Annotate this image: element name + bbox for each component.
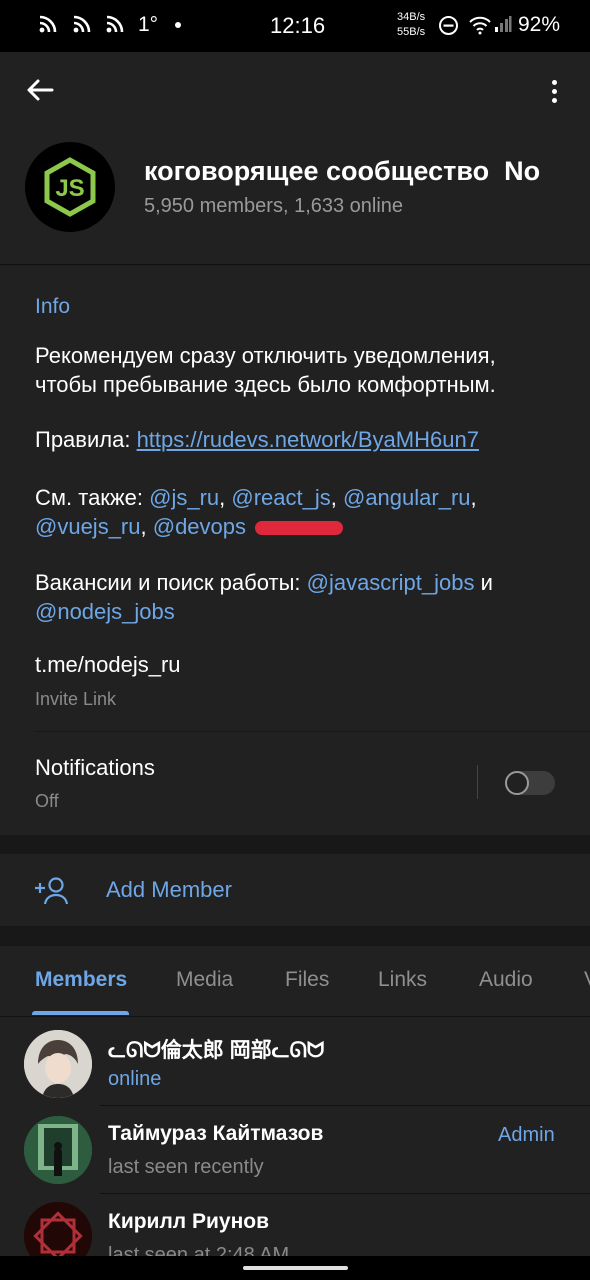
rules-link[interactable]: https://rudevs.network/ByaMH6un7	[137, 427, 479, 452]
rss-icon	[39, 15, 57, 33]
tab-links[interactable]: Links	[378, 968, 427, 992]
notifications-value: Off	[35, 791, 59, 811]
invite-link[interactable]: t.me/nodejs_ru	[35, 652, 181, 678]
tab-members[interactable]: Members	[35, 968, 127, 992]
divider	[35, 731, 590, 732]
net-speed-down: 55B/s	[397, 26, 426, 38]
member-name: Таймураз Кайтмазов	[108, 1122, 324, 1145]
member-row[interactable]: ᓚᘏᗢ倫太郎 岡部ᓚᘏᗢ online	[0, 1017, 590, 1106]
avatar	[24, 1202, 92, 1257]
mention-link[interactable]: @vuejs_ru	[35, 514, 141, 539]
mention-link[interactable]: @javascript_jobs	[307, 570, 475, 595]
add-member-button[interactable]: Add Member	[0, 854, 590, 926]
status-bar: 1° 12:16 34B/s 55B/s 92%	[0, 0, 590, 52]
mention-link[interactable]: @js_ru	[149, 485, 219, 510]
tab-voice[interactable]: V	[584, 968, 590, 992]
members-list: ᓚᘏᗢ倫太郎 岡部ᓚᘏᗢ online Таймураз Кайтмазов l…	[0, 1016, 590, 1257]
tab-audio[interactable]: Audio	[479, 968, 533, 992]
description-line: Рекомендуем сразу отключить уведомления,	[35, 343, 496, 368]
signal-icon	[495, 16, 512, 32]
back-arrow-icon[interactable]	[26, 78, 54, 102]
tab-files[interactable]: Files	[285, 968, 329, 992]
rss-icon	[106, 15, 124, 33]
avatar	[24, 1030, 92, 1098]
member-status: last seen recently	[108, 1156, 264, 1178]
admin-badge: Admin	[498, 1124, 555, 1146]
see-also-block: См. также: @js_ru, @react_js, @angular_r…	[35, 485, 477, 539]
avatar	[24, 1116, 92, 1184]
tab-media[interactable]: Media	[176, 968, 233, 992]
member-status: online	[108, 1068, 162, 1090]
rules-line: Правила: https://rudevs.network/ByaMH6un…	[35, 425, 575, 454]
redaction-mark	[255, 521, 343, 535]
chat-header: JS коговорящее сообщество No 5,950 membe…	[0, 52, 590, 264]
navigation-bar	[0, 1256, 590, 1280]
member-row[interactable]: Таймураз Кайтмазов last seen recently Ad…	[0, 1105, 590, 1194]
wifi-icon	[469, 16, 491, 35]
jobs-and: и	[474, 570, 493, 595]
mention-link[interactable]: @nodejs_jobs	[35, 599, 175, 624]
add-member-label: Add Member	[106, 877, 232, 902]
add-user-icon	[35, 877, 69, 905]
mention-link[interactable]: @devops	[153, 514, 246, 539]
home-gesture-handle[interactable]	[243, 1266, 348, 1270]
member-row[interactable]: Кирилл Риунов last seen at 2:48 AM	[0, 1193, 590, 1257]
media-tabs: Members Media Files Links Audio V	[0, 946, 590, 1016]
more-options-icon[interactable]	[552, 80, 557, 107]
mention-link[interactable]: @angular_ru	[343, 485, 471, 510]
group-avatar[interactable]: JS	[25, 142, 115, 232]
member-name: Кирилл Риунов	[108, 1210, 269, 1233]
notifications-toggle[interactable]	[505, 771, 555, 795]
active-tab-indicator	[32, 1011, 129, 1015]
group-title: коговорящее сообщество No	[144, 156, 541, 186]
nodejs-logo-icon: JS	[44, 157, 96, 217]
jobs-label: Вакансии и поиск работы:	[35, 570, 307, 595]
rss-icon	[73, 15, 91, 33]
battery-level: 92%	[518, 13, 561, 36]
member-name: ᓚᘏᗢ倫太郎 岡部ᓚᘏᗢ	[108, 1039, 325, 1062]
net-speed-up: 34B/s	[397, 11, 426, 23]
invite-link-caption: Invite Link	[35, 689, 117, 709]
group-member-count: 5,950 members, 1,633 online	[144, 195, 404, 217]
info-card: Info Рекомендуем сразу отключить уведомл…	[0, 264, 590, 835]
do-not-disturb-icon	[439, 16, 458, 35]
notification-dot-icon	[175, 22, 181, 28]
clock: 12:16	[270, 13, 326, 38]
see-also-label: См. также:	[35, 485, 150, 510]
jobs-block: Вакансии и поиск работы: @javascript_job…	[35, 568, 575, 626]
description-line: чтобы пребывание здесь было комфортным.	[35, 372, 496, 397]
group-description: Рекомендуем сразу отключить уведомления,…	[35, 341, 575, 399]
divider	[477, 765, 478, 799]
mention-link[interactable]: @react_js	[231, 485, 330, 510]
notifications-label: Notifications	[35, 755, 155, 780]
info-section-title: Info	[35, 295, 71, 318]
svg-text:JS: JS	[55, 175, 84, 202]
rules-label: Правила:	[35, 427, 137, 452]
temperature: 1°	[138, 13, 159, 36]
